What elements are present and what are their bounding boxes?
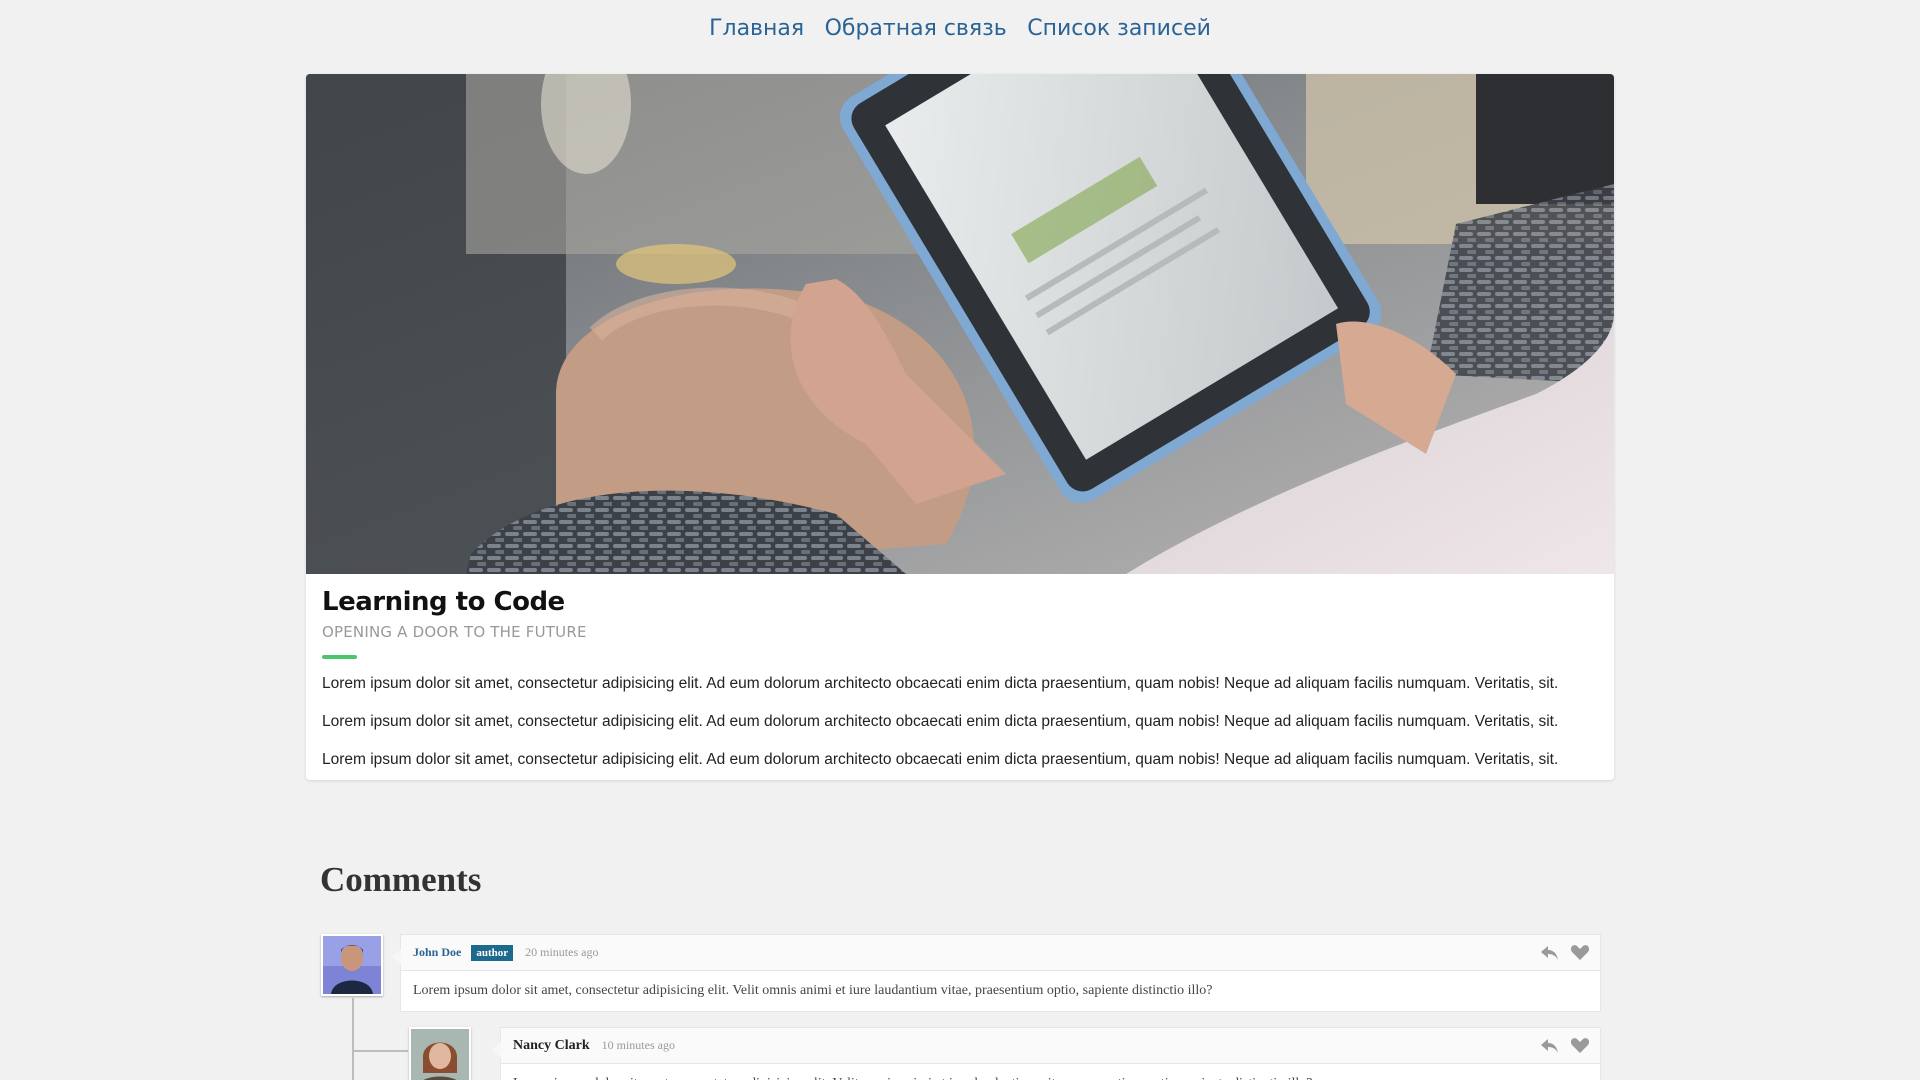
nav-link-home[interactable]: Главная — [709, 16, 804, 41]
comment-actions — [1540, 944, 1590, 962]
comments-heading: Comments — [320, 860, 482, 899]
nav-link-feedback[interactable]: Обратная связь — [825, 16, 1007, 41]
avatar[interactable] — [409, 1027, 471, 1080]
reply-icon[interactable] — [1540, 944, 1560, 962]
comment-header: Nancy Clark 10 minutes ago — [501, 1028, 1600, 1064]
comment-text: Lorem ipsum dolor sit amet, consectetur … — [501, 1064, 1600, 1080]
post-title: Learning to Code — [322, 587, 565, 617]
top-navigation: Главная Обратная связь Список записей — [0, 16, 1920, 41]
post-body: Learning to Code Opening a door to the f… — [322, 587, 1602, 773]
comment-box: John Doe author 20 minutes ago Lorem ips… — [392, 934, 1601, 1012]
post-hero-image — [306, 74, 1614, 574]
post-card: Learning to Code Opening a door to the f… — [306, 74, 1614, 780]
comment-text: Lorem ipsum dolor sit amet, consectetur … — [413, 983, 1213, 998]
post-paragraph: Lorem ipsum dolor sit amet, consectetur … — [322, 751, 1559, 768]
comment-header: John Doe author 20 minutes ago — [401, 935, 1600, 971]
comment-actions — [1540, 1037, 1590, 1055]
comment-box: Nancy Clark 10 minutes ago Lorem ipsum d… — [492, 1027, 1601, 1080]
comment-author[interactable]: Nancy Clark — [513, 1038, 590, 1054]
thread-line — [352, 1050, 408, 1052]
author-badge: author — [471, 944, 514, 961]
post-paragraph: Lorem ipsum dolor sit amet, consectetur … — [322, 675, 1559, 692]
comment-author[interactable]: John Doe — [413, 945, 461, 960]
reply-icon[interactable] — [1540, 1037, 1560, 1055]
nav-link-posts-list[interactable]: Список записей — [1027, 16, 1211, 41]
post-subtitle: Opening a door to the future — [322, 623, 587, 641]
title-accent-bar — [322, 655, 357, 659]
heart-icon[interactable] — [1570, 944, 1590, 962]
thread-line — [352, 998, 354, 1080]
comment-timestamp: 10 minutes ago — [601, 1038, 675, 1052]
post-paragraph: Lorem ipsum dolor sit amet, consectetur … — [322, 713, 1559, 730]
heart-icon[interactable] — [1570, 1037, 1590, 1055]
avatar[interactable] — [321, 934, 383, 996]
comment-timestamp: 20 minutes ago — [525, 945, 599, 959]
